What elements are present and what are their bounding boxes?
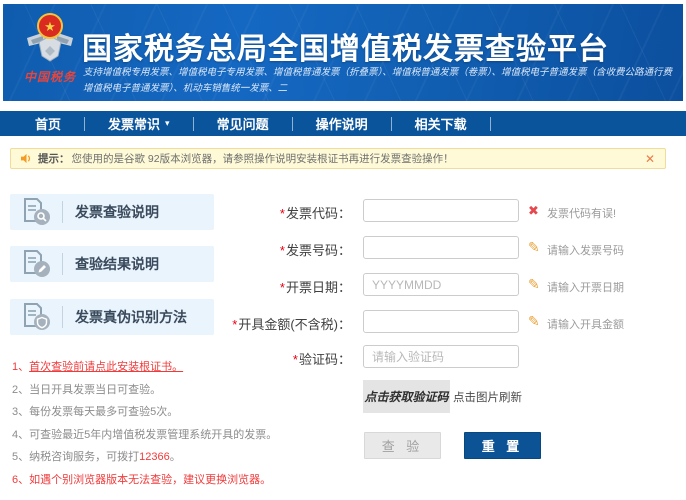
invoice-code-input[interactable] bbox=[363, 199, 519, 222]
doc-magnifier-icon bbox=[22, 197, 52, 227]
captcha-input[interactable] bbox=[363, 345, 519, 368]
pencil-icon: ✎ bbox=[528, 314, 540, 328]
install-cert-link[interactable]: 首次查验前请点此安装根证书。 bbox=[29, 361, 183, 373]
logo-text: 中国税务 bbox=[19, 68, 81, 85]
invoice-date-hint: 请输入开票日期 bbox=[547, 279, 624, 295]
doc-pencil-icon bbox=[22, 249, 52, 279]
divider bbox=[62, 253, 63, 275]
reset-button[interactable]: 重 置 bbox=[464, 432, 541, 459]
invoice-date-label: *开票日期： bbox=[205, 277, 351, 296]
error-x-icon: ✖ bbox=[528, 204, 539, 217]
sidebar-item-authenticity-methods[interactable]: 发票真伪识别方法 bbox=[10, 299, 214, 335]
browser-alert-banner: 提示： 您使用的是谷歌 92版本浏览器，请参照操作说明安装根证书再进行发票查验操… bbox=[10, 148, 666, 169]
note-five-times: 3、每份发票每天最多可查验5次。 bbox=[12, 401, 277, 424]
tax-emblem-icon: ★ bbox=[23, 12, 77, 62]
page-subtitle: 支持增值税专用发票、增值税电子专用发票、增值税普通发票（折叠票）、增值税普通发票… bbox=[83, 65, 677, 96]
sidebar-item-result-help[interactable]: 查验结果说明 bbox=[10, 246, 214, 282]
page-title: 国家税务总局全国增值税发票查验平台 bbox=[82, 24, 609, 68]
divider bbox=[62, 306, 63, 328]
nav-item-invoice-knowledge[interactable]: 发票常识▾ bbox=[85, 114, 193, 133]
invoice-date-input[interactable] bbox=[363, 273, 519, 296]
speaker-icon bbox=[21, 153, 32, 164]
tax-bureau-logo: ★ 中国税务 bbox=[19, 12, 81, 85]
divider bbox=[62, 201, 63, 223]
chevron-down-icon: ▾ bbox=[165, 118, 170, 129]
sidebar-item-label: 查验结果说明 bbox=[75, 254, 159, 274]
captcha-refresh-link[interactable]: 点击图片刷新 bbox=[453, 389, 522, 405]
usage-notes: 1、首次查验前请点此安装根证书。 2、当日开具发票当日可查验。 3、每份发票每天… bbox=[12, 356, 277, 491]
amount-input[interactable] bbox=[363, 310, 519, 333]
amount-hint: 请输入开具金额 bbox=[547, 316, 624, 332]
invoice-code-error: 发票代码有误! bbox=[547, 205, 616, 221]
doc-shield-icon bbox=[22, 302, 52, 332]
nav-divider bbox=[490, 117, 491, 131]
note-five-years: 4、可查验最近5年内增值税发票管理系统开具的发票。 bbox=[12, 424, 277, 447]
nav-item-home[interactable]: 首页 bbox=[12, 114, 84, 133]
close-icon[interactable]: ✕ bbox=[645, 153, 655, 165]
note-hotline: 5、纳税咨询服务，可拨打12366。 bbox=[12, 446, 277, 469]
amount-label: *开具金额(不含税)： bbox=[205, 314, 351, 333]
invoice-number-label: *发票号码： bbox=[205, 240, 351, 259]
main-nav: 首页 发票常识▾ 常见问题 操作说明 相关下载 bbox=[0, 111, 686, 136]
nav-item-instructions[interactable]: 操作说明 bbox=[293, 114, 391, 133]
pencil-icon: ✎ bbox=[528, 277, 540, 291]
check-button[interactable]: 查 验 bbox=[364, 432, 441, 459]
sidebar-item-label: 发票真伪识别方法 bbox=[75, 307, 187, 327]
note-change-browser: 6、如遇个别浏览器版本无法查验，建议更换浏览器。 bbox=[12, 469, 277, 492]
svg-text:★: ★ bbox=[44, 19, 56, 34]
invoice-number-hint: 请输入发票号码 bbox=[547, 242, 624, 258]
invoice-number-input[interactable] bbox=[363, 236, 519, 259]
nav-item-faq[interactable]: 常见问题 bbox=[194, 114, 292, 133]
note-same-day: 2、当日开具发票当日可查验。 bbox=[12, 379, 277, 402]
hotline-number: 12366 bbox=[139, 451, 170, 463]
alert-text: 您使用的是谷歌 92版本浏览器，请参照操作说明安装根证书再进行发票查验操作！ bbox=[72, 151, 454, 166]
page-header: ★ 中国税务 国家税务总局全国增值税发票查验平台 支持增值税专用发票、增值税电子… bbox=[3, 4, 683, 101]
alert-prefix: 提示： bbox=[38, 151, 70, 166]
invoice-code-label: *发票代码： bbox=[205, 203, 351, 222]
captcha-image-button[interactable]: 点击获取验证码 bbox=[363, 380, 450, 413]
nav-item-downloads[interactable]: 相关下载 bbox=[392, 114, 490, 133]
captcha-label: *验证码： bbox=[205, 349, 351, 368]
pencil-icon: ✎ bbox=[528, 240, 540, 254]
sidebar-item-invoice-check-help[interactable]: 发票查验说明 bbox=[10, 194, 214, 230]
sidebar-item-label: 发票查验说明 bbox=[75, 202, 159, 222]
